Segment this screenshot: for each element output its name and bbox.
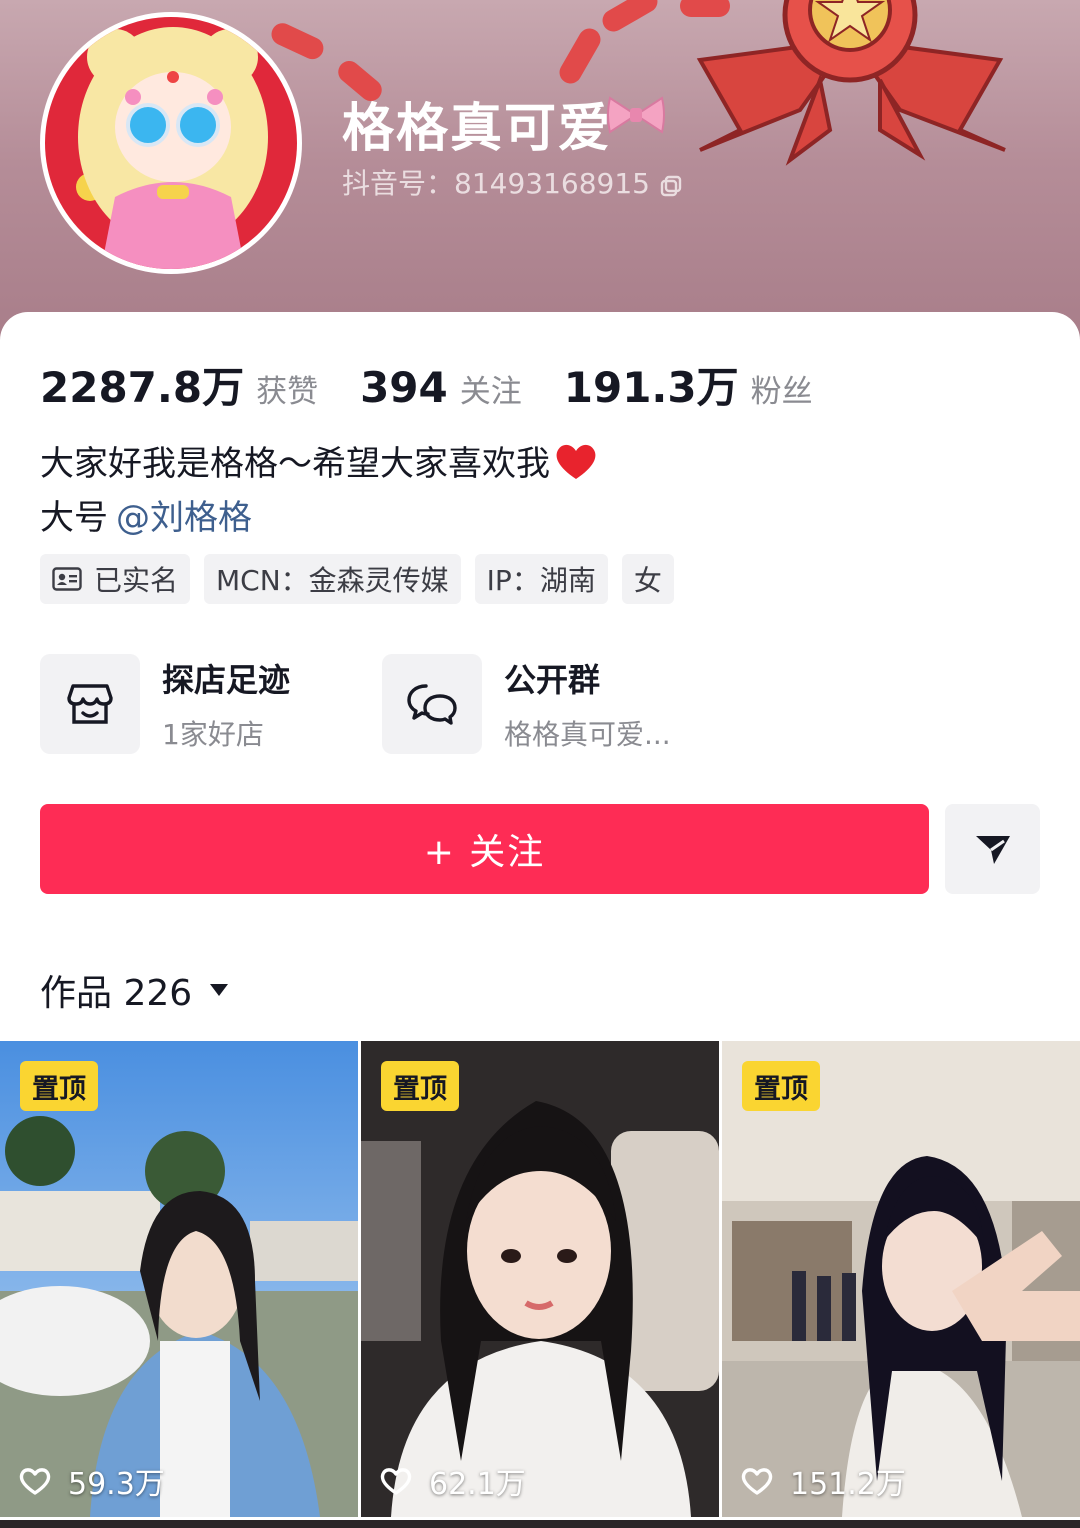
video-like-count: 59.3万 <box>18 1459 165 1503</box>
video-like-count: 151.2万 <box>740 1459 906 1503</box>
entry-store-icon-box <box>40 654 140 754</box>
stat-followers-value: 191.3万 <box>563 363 739 412</box>
video-thumbnail[interactable]: 置顶 59.3万 <box>0 1041 358 1517</box>
stat-likes[interactable]: 2287.8万 获赞 <box>40 354 318 415</box>
stat-following-label: 关注 <box>459 374 522 410</box>
bio-line-2: 大号 @刘格格 <box>40 490 252 539</box>
tag-gender[interactable]: 女 <box>621 554 674 604</box>
pinned-badge: 置顶 <box>742 1061 820 1111</box>
entry-group-title: 公开群 <box>504 661 601 699</box>
works-label: 作品 226 <box>40 973 193 1014</box>
video-grid: 置顶 59.3万 置顶 62.1万 置顶 151.2万 <box>0 1041 1080 1528</box>
video-thumbnail-image <box>361 1041 719 1517</box>
nickname: 格格真可爱 <box>342 99 613 159</box>
douyin-id-text: 抖音号：81493168915 <box>342 167 650 200</box>
stat-likes-label: 获赞 <box>256 374 319 410</box>
stat-followers-label: 粉丝 <box>750 374 813 410</box>
chat-bubbles-icon <box>407 684 457 725</box>
tag-mcn-label: MCN：金森灵传媒 <box>216 564 449 597</box>
tag-ip[interactable]: IP：湖南 <box>474 554 608 604</box>
bow-icon <box>607 96 665 134</box>
copy-icon[interactable] <box>660 171 682 197</box>
stat-following[interactable]: 394 关注 <box>360 363 522 412</box>
profile-banner: 格格真可爱 抖音号：81493168915 <box>0 0 1080 360</box>
video-thumbnail[interactable]: 置顶 151.2万 <box>722 1041 1080 1517</box>
id-card-icon <box>52 567 82 591</box>
bio-line-1: 大家好我是格格～希望大家喜欢我 <box>40 436 598 485</box>
video-like-count: 62.1万 <box>379 1459 526 1503</box>
entry-public-group[interactable]: 公开群 格格真可爱... <box>382 654 671 754</box>
store-icon <box>67 684 113 724</box>
stat-likes-value: 2287.8万 <box>40 363 245 412</box>
entry-group-subtitle: 格格真可爱... <box>504 718 671 751</box>
video-like-count-text: 151.2万 <box>790 1467 906 1502</box>
share-button[interactable] <box>945 804 1040 894</box>
caret-down-icon <box>210 984 229 996</box>
video-like-count-text: 62.1万 <box>429 1467 526 1502</box>
video-thumbnail-image <box>0 1041 358 1517</box>
entry-group-icon-box <box>382 654 482 754</box>
send-icon <box>975 836 1010 864</box>
tag-mcn[interactable]: MCN：金森灵传媒 <box>204 554 461 604</box>
tag-verified-label: 已实名 <box>94 564 179 597</box>
douyin-id: 抖音号：81493168915 <box>342 162 682 202</box>
tag-verified[interactable]: 已实名 <box>40 554 191 604</box>
heart-outline-icon <box>19 1468 51 1495</box>
stats-row: 2287.8万 获赞 394 关注 191.3万 粉丝 <box>40 354 855 415</box>
avatar-illustration <box>45 17 297 269</box>
bio-line-2-prefix: 大号 <box>40 498 108 538</box>
stat-following-value: 394 <box>360 363 448 412</box>
video-like-count-text: 59.3万 <box>68 1467 165 1502</box>
tag-row: 已实名 MCN：金森灵传媒 IP：湖南 女 <box>40 554 674 604</box>
red-heart-icon <box>556 444 596 479</box>
entry-store-subtitle: 1家好店 <box>162 718 264 751</box>
follow-button[interactable]: + 关注 <box>40 804 929 894</box>
entry-row: 探店足迹 1家好店 公开群 格格真可爱... <box>40 654 1040 754</box>
video-thumbnail-image <box>722 1041 1080 1517</box>
entry-store-title: 探店足迹 <box>162 661 291 699</box>
pinned-badge: 置顶 <box>20 1061 98 1111</box>
entry-store-visits[interactable]: 探店足迹 1家好店 <box>40 654 290 754</box>
next-row-peek <box>0 1520 1080 1528</box>
heart-outline-icon <box>741 1468 773 1495</box>
mention-link[interactable]: @刘格格 <box>116 498 252 538</box>
avatar[interactable] <box>40 12 302 274</box>
bio-line-1-text: 大家好我是格格～希望大家喜欢我 <box>40 444 550 484</box>
heart-outline-icon <box>380 1468 412 1495</box>
video-thumbnail[interactable]: 置顶 62.1万 <box>361 1041 719 1517</box>
stat-followers[interactable]: 191.3万 粉丝 <box>564 354 813 415</box>
works-tab[interactable]: 作品 226 <box>40 964 230 1016</box>
tag-gender-label: 女 <box>633 564 662 597</box>
pinned-badge: 置顶 <box>381 1061 459 1111</box>
tag-ip-label: IP：湖南 <box>486 564 596 597</box>
